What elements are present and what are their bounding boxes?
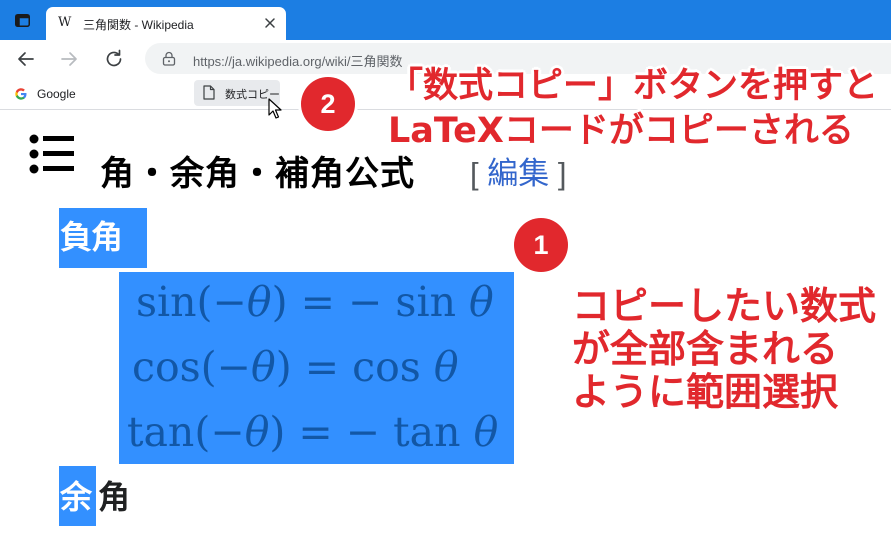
subsection-heading-complement-rest: 角: [98, 478, 131, 516]
tab-wikipedia[interactable]: W 三角関数 - Wikipedia: [46, 7, 286, 40]
reload-icon[interactable]: [103, 48, 125, 70]
edit-bracket-close: ]: [557, 156, 567, 191]
section-heading: 角・余角・補角公式: [100, 154, 415, 194]
math-formula-cos: cos(−θ) = cos θ: [132, 343, 459, 391]
edit-bracket-open: [: [470, 156, 479, 191]
tab-title: 三角関数 - Wikipedia: [83, 18, 194, 32]
bookmark-google-label: Google: [37, 87, 76, 101]
edit-section-link: [ 編集 ]: [470, 148, 567, 193]
url-text[interactable]: https://ja.wikipedia.org/wiki/三角関数: [193, 51, 403, 70]
page-icon: [203, 85, 215, 100]
close-icon[interactable]: [262, 15, 278, 31]
subsection-heading-negative-angle: 負角: [60, 218, 123, 256]
annotation-step2-line2: LaTeXコードがコピーされる: [388, 111, 854, 151]
annotation-step2-line1: 「数式コピー」ボタンを押すと: [388, 66, 879, 106]
math-formula-sin: sin(−θ) = − sin θ: [136, 278, 494, 326]
screenshot: W 三角関数 - Wikipedia https://ja.wikipedia.…: [0, 0, 891, 536]
math-formula-tan: tan(−θ) = − tan θ: [127, 408, 499, 456]
tab-strip: W 三角関数 - Wikipedia: [0, 0, 891, 40]
edit-link[interactable]: 編集: [487, 156, 549, 191]
step-badge-2: 2: [301, 77, 355, 131]
back-icon[interactable]: [15, 48, 37, 70]
google-icon: [15, 88, 27, 100]
math-formula-block[interactable]: sin(−θ) = − sin θ cos(−θ) = cos θ tan(−θ…: [119, 272, 514, 464]
step-badge-1: 1: [514, 218, 568, 272]
mouse-cursor-icon: [268, 98, 282, 119]
window-icon[interactable]: [15, 14, 30, 27]
forward-icon[interactable]: [58, 48, 80, 70]
subsection-heading-complement-selected: 余: [60, 478, 93, 516]
wikipedia-favicon-icon: W: [58, 15, 72, 30]
lock-icon[interactable]: [162, 51, 176, 66]
annotation-step1-line3: ように範囲選択: [572, 370, 839, 414]
table-of-contents-icon[interactable]: [29, 134, 76, 175]
